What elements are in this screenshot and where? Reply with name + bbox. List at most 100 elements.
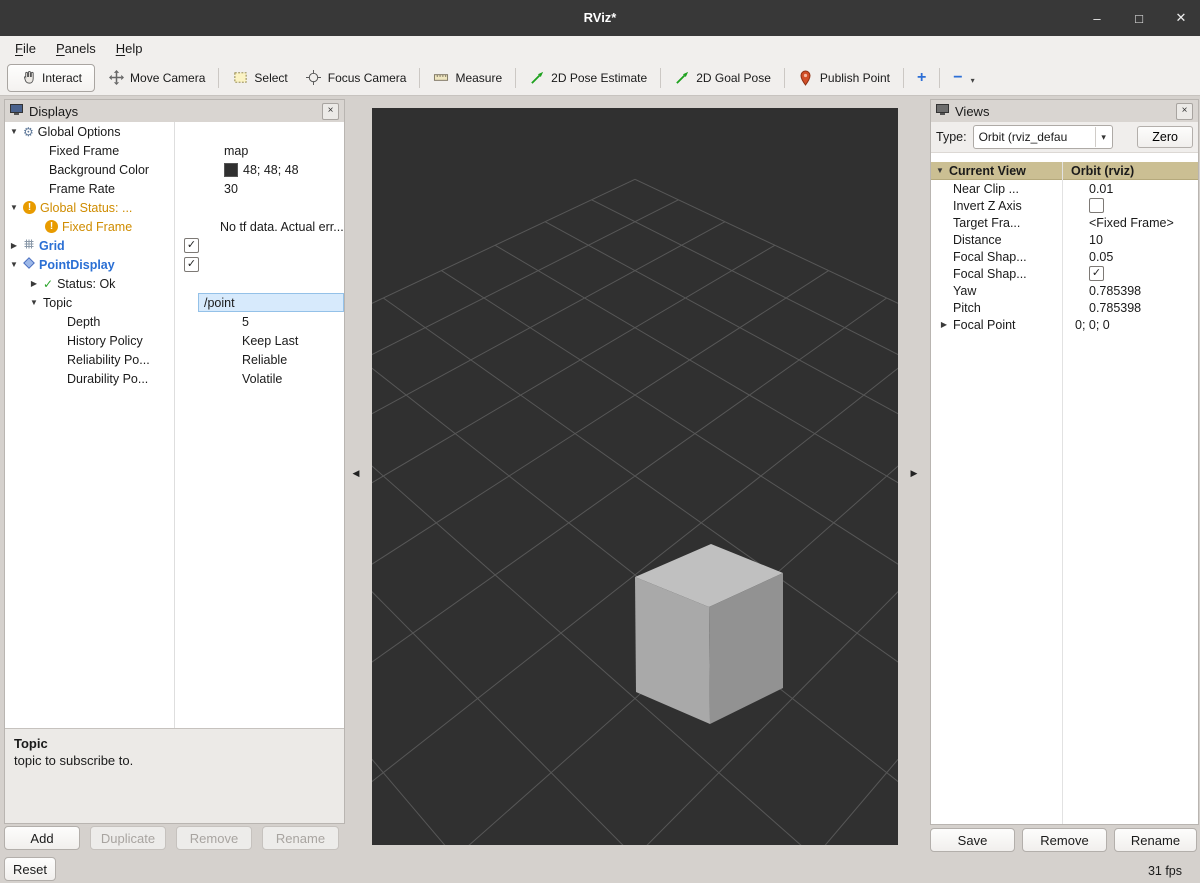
help-text: topic to subscribe to. (14, 753, 335, 768)
tree-row-global-options[interactable]: ▼ ⚙ Global Options (5, 122, 344, 141)
tool-2d-goal-pose[interactable]: 2D Goal Pose (665, 66, 780, 90)
toolbar-separator (218, 68, 219, 88)
menu-file[interactable]: File (6, 39, 45, 58)
checkbox[interactable]: ✓ (1089, 266, 1104, 281)
tree-row-global-status[interactable]: ▼ ! Global Status: ... (5, 198, 344, 217)
triangle-right-icon[interactable]: ▶ (939, 320, 949, 329)
views-row-target-frame[interactable]: Target Fra... <Fixed Frame> (931, 214, 1198, 231)
row-value[interactable]: 0.785398 (1084, 301, 1198, 315)
triangle-right-icon[interactable]: ▶ (29, 279, 39, 288)
row-label: Global Status: ... (40, 201, 132, 215)
triangle-down-icon[interactable]: ▼ (9, 127, 19, 136)
views-panel-header[interactable]: Views × (931, 100, 1198, 123)
row-value[interactable]: 30 (218, 179, 344, 198)
views-row-pitch[interactable]: Pitch 0.785398 (931, 299, 1198, 316)
row-value[interactable]: 10 (1084, 233, 1198, 247)
tree-row-point-display[interactable]: ▼ PointDisplay ✓ (5, 255, 344, 274)
row-value[interactable]: 0.01 (1084, 182, 1198, 196)
views-row-distance[interactable]: Distance 10 (931, 231, 1198, 248)
tree-row-durability-policy[interactable]: Durability Po... Volatile (5, 369, 344, 388)
row-label: Yaw (953, 284, 976, 298)
add-tool-button[interactable]: + (908, 67, 935, 89)
window-title: RViz* (0, 0, 1200, 36)
row-value[interactable]: <Fixed Frame> (1084, 216, 1198, 230)
views-row-focal-shape-size[interactable]: Focal Shap... 0.05 (931, 248, 1198, 265)
tree-row-frame-rate[interactable]: Frame Rate 30 (5, 179, 344, 198)
tree-row-history-policy[interactable]: History Policy Keep Last (5, 331, 344, 350)
row-value[interactable]: 0; 0; 0 (1070, 318, 1198, 332)
remove-tool-button[interactable]: − ▾ (944, 67, 983, 89)
triangle-right-icon[interactable]: ▶ (9, 241, 19, 250)
tree-row-global-status-fixed-frame[interactable]: ! Fixed Frame No tf data. Actual err... (5, 217, 344, 236)
dropdown-caret-icon[interactable]: ▾ (971, 76, 975, 85)
menu-help[interactable]: Help (107, 39, 152, 58)
rename-view-button[interactable]: Rename (1114, 828, 1197, 852)
triangle-down-icon[interactable]: ▼ (935, 166, 945, 175)
row-label: Target Fra... (953, 216, 1020, 230)
triangle-down-icon[interactable]: ▼ (29, 298, 39, 307)
tool-focus-camera[interactable]: Focus Camera (297, 66, 416, 90)
collapse-left-icon[interactable]: ◀ (350, 468, 362, 479)
collapse-right-icon[interactable]: ▶ (908, 468, 920, 479)
checkbox[interactable]: ✓ (184, 238, 199, 253)
current-view-row[interactable]: ▼ Current View Orbit (rviz) (931, 162, 1198, 180)
zero-button[interactable]: Zero (1137, 126, 1193, 148)
check-ok-icon: ✓ (43, 277, 53, 291)
row-value[interactable]: map (218, 141, 344, 160)
close-icon[interactable]: × (322, 103, 339, 120)
row-value[interactable]: 48; 48; 48 (218, 160, 344, 179)
menubar: File Panels Help (0, 36, 1200, 60)
tool-publish-point[interactable]: Publish Point (789, 66, 899, 90)
view-type-dropdown[interactable]: Orbit (rviz_defau ▾ (973, 125, 1113, 149)
triangle-down-icon[interactable]: ▼ (9, 260, 19, 269)
close-icon[interactable]: ✕ (1174, 10, 1188, 26)
tree-row-depth[interactable]: Depth 5 (5, 312, 344, 331)
minimize-icon[interactable]: – (1090, 11, 1104, 26)
close-icon[interactable]: × (1176, 103, 1193, 120)
row-value[interactable]: 0.785398 (1084, 284, 1198, 298)
row-value[interactable]: Reliable (236, 350, 344, 369)
tree-row-fixed-frame[interactable]: Fixed Frame map (5, 141, 344, 160)
toolbar: Interact Move Camera Select Focus Camera… (0, 60, 1200, 96)
tree-row-status-ok[interactable]: ▶ ✓ Status: Ok (5, 274, 344, 293)
tool-2d-pose-estimate[interactable]: 2D Pose Estimate (520, 66, 656, 90)
row-value[interactable]: 5 (236, 312, 344, 331)
3d-viewport[interactable] (372, 108, 898, 845)
topic-value-field[interactable]: /point (198, 293, 344, 312)
row-value (198, 274, 344, 293)
views-row-near-clip[interactable]: Near Clip ... 0.01 (931, 180, 1198, 197)
toolbar-separator (784, 68, 785, 88)
displays-panel-header[interactable]: Displays × (5, 100, 344, 123)
views-row-focal-shape-fixed[interactable]: Focal Shap... ✓ (931, 265, 1198, 282)
tree-row-reliability-policy[interactable]: Reliability Po... Reliable (5, 350, 344, 369)
remove-view-button[interactable]: Remove (1022, 828, 1107, 852)
reset-button[interactable]: Reset (4, 857, 56, 881)
tool-interact-label: Interact (42, 71, 82, 85)
views-row-focal-point[interactable]: ▶ Focal Point 0; 0; 0 (931, 316, 1198, 333)
row-value[interactable]: Volatile (236, 369, 344, 388)
menu-panels[interactable]: Panels (47, 39, 105, 58)
views-row-invert-z-axis[interactable]: Invert Z Axis ✓ (931, 197, 1198, 214)
row-label: PointDisplay (39, 258, 115, 272)
row-value[interactable]: 0.05 (1084, 250, 1198, 264)
tool-select[interactable]: Select (223, 66, 296, 90)
row-value[interactable]: Keep Last (236, 331, 344, 350)
tree-row-grid-display[interactable]: ▶ Grid ✓ (5, 236, 344, 255)
checkbox[interactable]: ✓ (184, 257, 199, 272)
tool-measure[interactable]: Measure (424, 66, 511, 90)
tool-interact[interactable]: Interact (7, 64, 95, 92)
row-label: Pitch (953, 301, 981, 315)
checkbox[interactable]: ✓ (1089, 198, 1104, 213)
toolbar-separator (515, 68, 516, 88)
tree-row-topic[interactable]: ▼ Topic /point (5, 293, 344, 312)
add-button[interactable]: Add (4, 826, 80, 850)
maximize-icon[interactable]: □ (1132, 11, 1146, 26)
tool-move-camera[interactable]: Move Camera (99, 66, 214, 90)
views-row-yaw[interactable]: Yaw 0.785398 (931, 282, 1198, 299)
tree-row-background-color[interactable]: Background Color 48; 48; 48 (5, 160, 344, 179)
grid-display-icon (23, 238, 35, 253)
row-label: Focal Shap... (953, 267, 1027, 281)
triangle-down-icon[interactable]: ▼ (9, 203, 19, 212)
row-value: ✓ (1084, 266, 1198, 281)
save-view-button[interactable]: Save (930, 828, 1015, 852)
